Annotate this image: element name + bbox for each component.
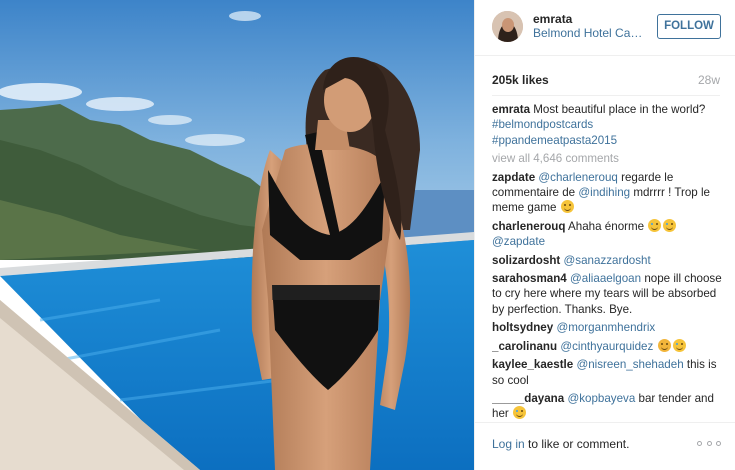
comment-username[interactable]: solizardosht <box>492 254 560 267</box>
comment-username[interactable]: _carolinanu <box>492 340 557 353</box>
avatar[interactable] <box>492 11 523 42</box>
photo-illustration <box>0 0 474 470</box>
post-stats: 205k likes 28w <box>492 73 720 89</box>
divider <box>492 95 720 96</box>
comment-item: kaylee_kaestle @nisreen_shehadeh this is… <box>492 357 726 388</box>
mention-link[interactable]: @morganmhendrix <box>556 321 655 334</box>
mention-link[interactable]: @sanazzardosht <box>564 254 651 267</box>
hashtag-link[interactable]: #belmondpostcards <box>492 118 593 131</box>
avatar-image <box>492 11 523 42</box>
crying-laughing-emoji-icon <box>513 406 526 420</box>
comment-item: charlenerouq Ahaha énorme @zapdate <box>492 218 726 250</box>
follow-button[interactable]: FOLLOW <box>657 14 721 39</box>
comment-item: solizardosht @sanazzardosht <box>492 253 726 268</box>
instagram-post: emrata Belmond Hotel Car... FOLLOW 205k … <box>0 0 735 470</box>
likes-count[interactable]: 205k likes <box>492 73 549 87</box>
caption-username[interactable]: emrata <box>492 103 530 116</box>
comment-username[interactable]: holtsydney <box>492 321 553 334</box>
comment-item: holtsydney @morganmhendrix <box>492 320 726 335</box>
post-time[interactable]: 28w <box>698 73 720 87</box>
comment-username[interactable]: kaylee_kaestle <box>492 358 573 371</box>
dot-icon <box>716 441 721 446</box>
post-footer: Log in to like or comment. <box>475 422 735 470</box>
view-all-comments-link[interactable]: view all 4,646 comments <box>492 151 726 166</box>
login-link[interactable]: Log in <box>492 437 525 451</box>
login-prompt-text: to like or comment. <box>524 437 630 451</box>
post-photo[interactable] <box>0 0 474 470</box>
caption-text: Most beautiful place in the world? <box>533 103 706 116</box>
mention-link[interactable]: @nisreen_shehadeh <box>576 358 683 371</box>
comment-item: zapdate @charlenerouq regarde le comment… <box>492 170 726 216</box>
dot-icon <box>697 441 702 446</box>
post-header: emrata Belmond Hotel Car... FOLLOW <box>475 0 735 56</box>
owner-username[interactable]: emrata <box>533 12 572 26</box>
comment-item: _carolinanu @cinthyaurquidez <box>492 338 726 354</box>
mention-link[interactable]: @indihing <box>578 186 630 199</box>
caption: emrata Most beautiful place in the world… <box>492 102 726 148</box>
crying-laughing-emoji-icon <box>672 338 686 352</box>
comment-username[interactable]: zapdate <box>492 171 535 184</box>
blushing-emoji-icon <box>657 338 671 352</box>
crying-laughing-emoji-icon <box>663 218 677 232</box>
comment-username[interactable]: sarahosman4 <box>492 272 567 285</box>
location-link[interactable]: Belmond Hotel Car... <box>533 26 643 40</box>
hashtag-link[interactable]: #ppandemeatpasta2015 <box>492 134 617 147</box>
laughing-emoji-icon <box>560 200 574 214</box>
comment-username[interactable]: _____dayana <box>492 392 564 405</box>
comments-list: emrata Most beautiful place in the world… <box>492 102 726 420</box>
more-options-icon[interactable] <box>697 441 721 447</box>
comment-text: Ahaha énorme <box>568 219 645 233</box>
comment-item: _____dayana @kopbayeva bar tender and he… <box>492 391 726 420</box>
mention-link[interactable]: @kopbayeva <box>567 392 635 405</box>
mention-link[interactable]: @cinthyaurquidez <box>560 340 653 353</box>
comment-item: sarahosman4 @aliaaelgoan nope ill choose… <box>492 271 726 317</box>
login-prompt: Log in to like or comment. <box>492 437 629 451</box>
mention-link[interactable]: @aliaaelgoan <box>570 272 641 285</box>
crying-laughing-emoji-icon <box>648 218 662 232</box>
mention-link[interactable]: @charlenerouq <box>538 171 617 184</box>
dot-icon <box>706 441 712 446</box>
mention-link[interactable]: @zapdate <box>492 235 545 248</box>
post-sidebar: emrata Belmond Hotel Car... FOLLOW 205k … <box>474 0 735 470</box>
comment-username[interactable]: charlenerouq <box>492 220 565 233</box>
